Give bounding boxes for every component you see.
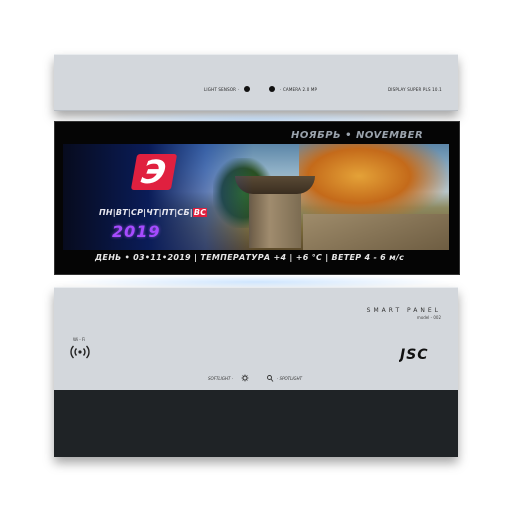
jsc-logo: JSC	[399, 347, 429, 362]
weekday-tue: ВТ	[115, 208, 128, 217]
bottom-panel-light: SMART PANEL model - 002 Wi - Fi JSC SOFT…	[54, 287, 458, 391]
weekday-sat: СБ	[177, 208, 190, 217]
weekday-fri: ПТ	[161, 208, 175, 217]
spotlight-label: · SPOTLIGHT	[277, 376, 303, 381]
spotlight-icon[interactable]	[266, 374, 274, 382]
month-header: НОЯБРЬ • NOVEMBER	[291, 130, 424, 141]
weekday-sun-highlight: ВС	[192, 208, 208, 217]
display-label: DISPLAY SUPER PLS 10.1	[388, 87, 442, 92]
model-label: model - 002	[416, 315, 441, 320]
year-label: 2019	[112, 222, 161, 241]
smart-panel-title: SMART PANEL	[366, 307, 441, 314]
e-logo: Э	[130, 153, 178, 191]
info-ticker: ДЕНЬ • 03•11•2019 | ТЕМПЕРАТУРА +4 | +6 …	[95, 253, 405, 262]
camera-lens	[269, 86, 275, 92]
bottom-panel: SMART PANEL model - 002 Wi - Fi JSC SOFT…	[54, 287, 458, 457]
display-screen[interactable]: НОЯБРЬ • NOVEMBER Э ПН|ВТ|СР|ЧТ|ПТ|СБ|ВС…	[54, 121, 460, 275]
wifi-icon[interactable]	[70, 344, 90, 360]
top-bezel: LIGHT SENSOR · · CAMERA 2.0 MP DISPLAY S…	[54, 54, 458, 111]
weekday-thu: ЧТ	[146, 208, 159, 217]
weekday-row: ПН|ВТ|СР|ЧТ|ПТ|СБ|ВС	[99, 208, 208, 217]
monument-pedestal	[249, 192, 301, 248]
autumn-tree	[299, 144, 449, 224]
softlight-icon[interactable]	[241, 374, 249, 382]
brand-text: JSC	[399, 347, 429, 362]
camera-label: · CAMERA 2.0 MP	[280, 87, 318, 92]
wifi-label: Wi - Fi	[73, 337, 86, 342]
weekday-mon: ПН	[99, 208, 113, 217]
light-sensor-dot	[244, 86, 250, 92]
stone-steps	[303, 214, 449, 250]
softlight-label: SOFTLIGHT ·	[208, 376, 233, 381]
bottom-panel-dark	[54, 390, 458, 457]
light-sensor-label: LIGHT SENSOR ·	[204, 87, 240, 92]
weekday-wed: СР	[131, 208, 144, 217]
